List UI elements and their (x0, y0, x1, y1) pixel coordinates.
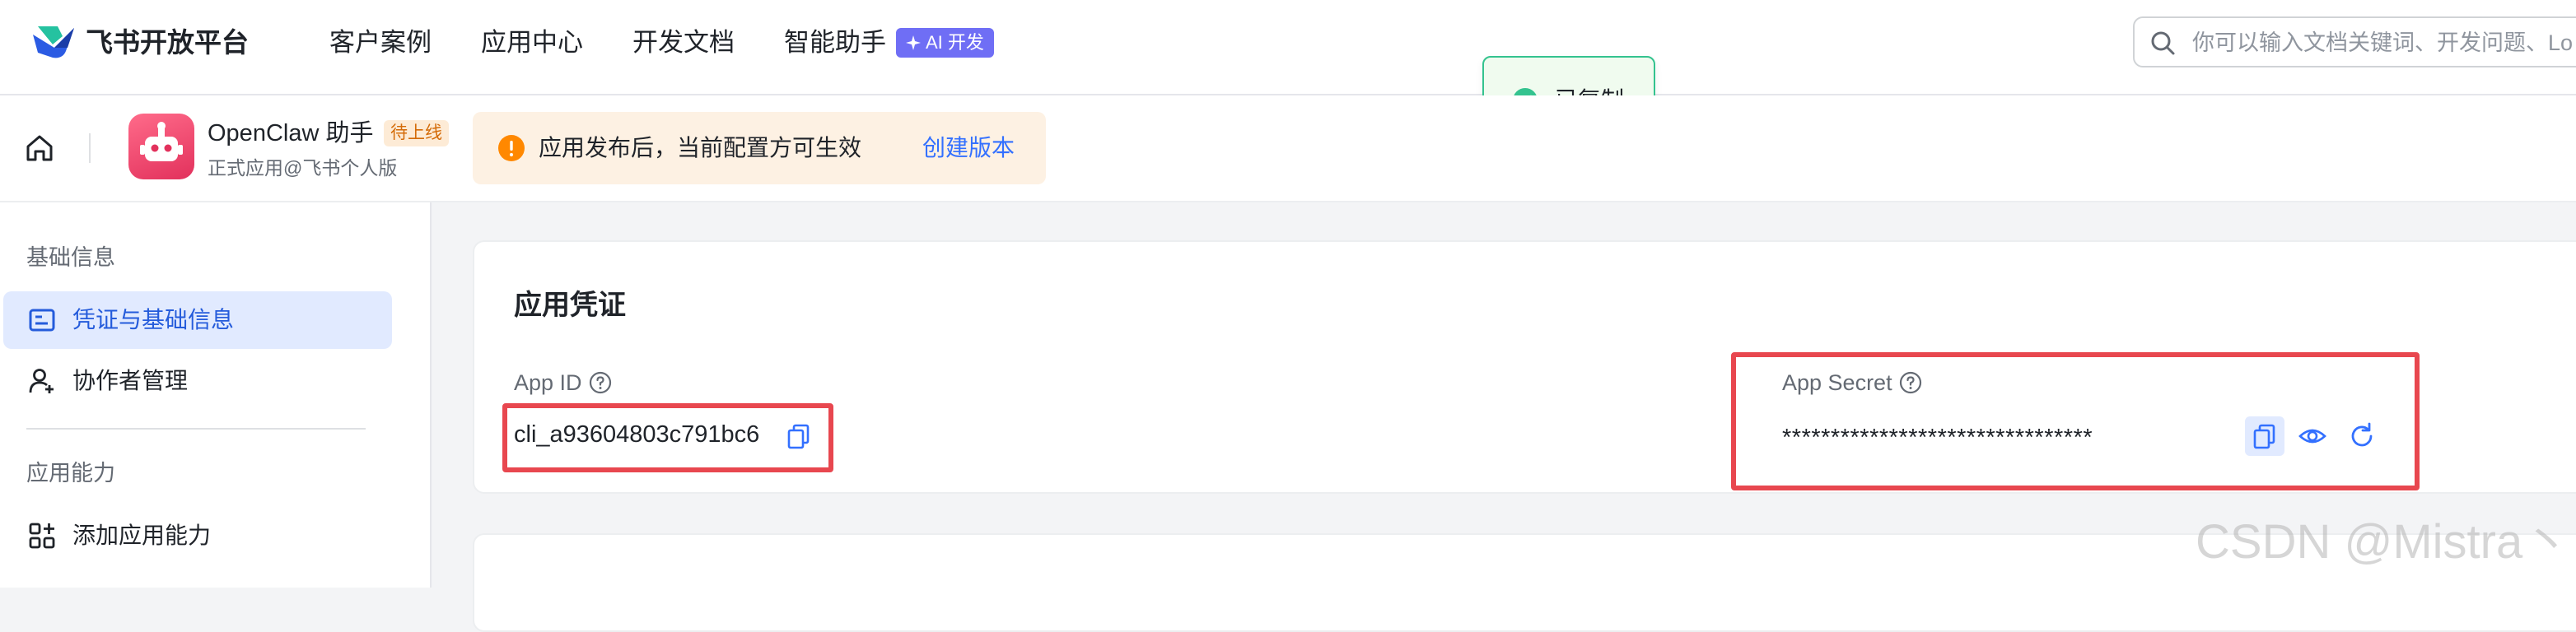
nav-item-app-center[interactable]: 应用中心 (481, 25, 583, 61)
sidebar-item-label: 凭证与基础信息 (72, 307, 235, 332)
notice-text: 应用发布后，当前配置方可生效 (539, 135, 862, 160)
sidebar-item-credentials[interactable]: 凭证与基础信息 (3, 291, 392, 349)
publish-notice-banner: 应用发布后，当前配置方可生效 创建版本 (473, 112, 1046, 184)
warning-icon (498, 135, 525, 161)
nav-item-smart-assistant[interactable]: 智能助手 (784, 25, 886, 61)
credential-icon (29, 309, 55, 332)
watermark: CSDN @Mistra丶 (2196, 515, 2571, 569)
highlight-box-app-id (502, 403, 833, 472)
search-input[interactable]: 你可以输入文档关键词、开发问题、Lo (2133, 16, 2576, 67)
home-icon[interactable] (23, 132, 56, 165)
search-icon (2151, 31, 2175, 55)
highlight-box-app-secret (1731, 352, 2420, 490)
card-title: 应用凭证 (514, 290, 626, 321)
apps-add-icon (29, 523, 55, 549)
sidebar-group-app-capabilities: 应用能力 (26, 461, 115, 486)
sidebar-item-label: 添加应用能力 (72, 523, 212, 548)
ai-dev-badge[interactable]: AI 开发 (896, 28, 994, 58)
sidebar-divider (26, 428, 366, 430)
nav-item-dev-docs[interactable]: 开发文档 (632, 25, 735, 61)
app-id-label: App ID (514, 367, 612, 398)
sidebar-item-collaborators[interactable]: 协作者管理 (3, 352, 392, 410)
ai-dev-badge-label: AI 开发 (926, 32, 984, 53)
app-subtitle: 正式应用@飞书个人版 (208, 157, 398, 179)
brand-title[interactable]: 飞书开放平台 (86, 25, 249, 61)
status-badge: 待上线 (384, 120, 449, 146)
robot-icon (140, 122, 183, 161)
nav-item-customer-cases[interactable]: 客户案例 (329, 25, 432, 61)
sidebar: 基础信息 凭证与基础信息 协作者管理 应用能力 添加应用能力 (0, 202, 432, 588)
sidebar-item-add-capability[interactable]: 添加应用能力 (3, 507, 392, 565)
user-add-icon (29, 369, 54, 393)
divider (89, 133, 91, 163)
app-id-label-text: App ID (514, 370, 582, 395)
app-name: OpenClaw 助手 (208, 120, 374, 146)
help-icon[interactable] (589, 371, 612, 394)
top-navigation-bar: 飞书开放平台 客户案例 应用中心 开发文档 智能助手 AI 开发 你可以输入文档… (0, 0, 2576, 95)
create-version-link[interactable]: 创建版本 (922, 132, 1015, 165)
sidebar-group-basic-info: 基础信息 (26, 245, 115, 270)
app-avatar (128, 114, 194, 179)
sidebar-item-label: 协作者管理 (72, 368, 189, 393)
sparkle-icon (906, 35, 921, 50)
search-placeholder: 你可以输入文档关键词、开发问题、Lo (2192, 30, 2574, 55)
feishu-logo-icon[interactable] (30, 23, 77, 61)
app-header: OpenClaw 助手 待上线 正式应用@飞书个人版 应用发布后，当前配置方可生… (0, 95, 2576, 202)
